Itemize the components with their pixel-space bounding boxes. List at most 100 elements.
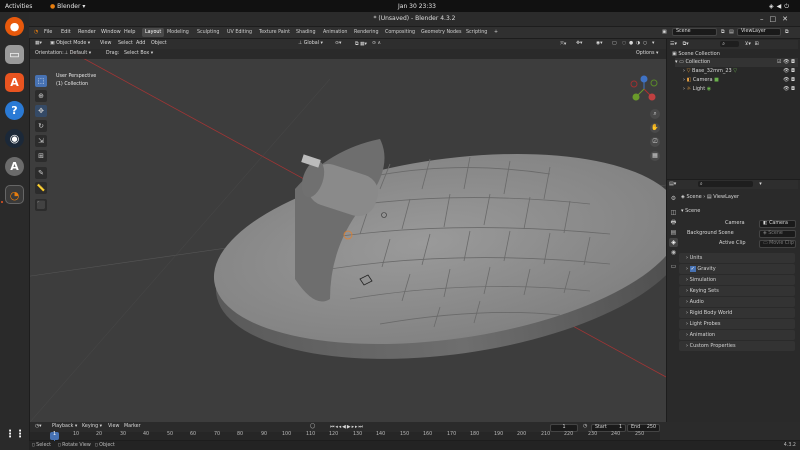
measure-tool-icon[interactable]: 📏 [35,182,47,194]
tab-layout[interactable]: Layout [142,28,165,37]
app-center-icon[interactable]: A [5,73,24,92]
gizmo-x-icon[interactable] [648,93,656,101]
timeline-view-menu[interactable]: View [108,424,119,429]
viewport-scene[interactable] [30,39,666,422]
keying-menu[interactable]: Keying ▾ [82,424,102,429]
select-tool-icon[interactable]: ⬚ [35,75,47,87]
outliner-display-icon[interactable]: ⧉▾ [683,41,689,47]
software-updater-icon[interactable]: A [5,157,24,176]
playback-controls[interactable]: ⏮◂◂◀▶▸▸⏭ [330,424,364,430]
collection-row[interactable]: ▾ ▭ Collection ☑ 👁 ◘ [675,58,798,67]
close-icon[interactable]: ✕ [782,15,794,23]
maximize-icon[interactable]: □ [770,15,783,23]
active-clip-field[interactable]: ▭ Movie Clip [759,240,796,248]
menu-object[interactable]: Object [151,41,167,46]
playback-menu[interactable]: Playback ▾ [52,424,77,429]
record-icon[interactable]: ◯ [310,424,315,429]
item-visibility-icons[interactable]: 👁 ◘ [783,76,795,85]
panel-rigid-body-world[interactable]: › Rigid Body World [679,308,795,318]
zoom-icon[interactable]: ⌕ [650,109,660,119]
outliner-search-icon[interactable]: ⌕ [720,41,740,47]
panel-units[interactable]: › Units [679,253,795,263]
blender-dock-icon[interactable]: ◔ [5,185,24,204]
steam-icon[interactable]: ◉ [5,129,24,148]
shading-material-icon[interactable]: ◑ [636,41,640,46]
panel-audio[interactable]: › Audio [679,297,795,307]
collection-visibility-icons[interactable]: ☑ 👁 ◘ [777,58,795,67]
expand-icon[interactable]: ▾ [675,59,678,65]
panel-gravity[interactable]: › ✓ Gravity [679,264,795,274]
mode-selector[interactable]: ▣ Object Mode ▾ [50,41,90,46]
outliner-filter-icon[interactable]: ⊻▾ [745,41,751,47]
panel-keying-sets[interactable]: › Keying Sets [679,286,795,296]
menu-edit[interactable]: Edit [61,29,71,35]
blender-menu-icon[interactable]: ◔ [34,29,38,35]
render-tab-icon[interactable]: ◫ [669,208,678,217]
help-icon[interactable]: ? [5,101,24,120]
background-scene-field[interactable]: ◈ Scene [759,230,796,238]
visibility-icon[interactable]: ⤧▾ [560,41,566,47]
shading-options-icon[interactable]: ▾ [652,41,654,46]
jump-end-icon[interactable]: ⏭ [358,425,363,430]
view-layer-selector[interactable]: ViewLayer [737,28,781,36]
world-tab-icon[interactable]: ◉ [669,248,678,257]
tool-tab-icon[interactable]: ⚙ [669,194,678,203]
add-workspace-button[interactable]: + [491,28,501,37]
snap-icon[interactable]: ⧉ ▦▾ [355,41,367,47]
marker-menu[interactable]: Marker [124,424,141,429]
gizmo-neg-y-icon[interactable] [650,79,658,87]
move-tool-icon[interactable]: ✥ [35,105,47,117]
panel-light-probes[interactable]: › Light Probes [679,319,795,329]
camera-view-icon[interactable]: ⎚ [650,137,660,147]
tab-compositing[interactable]: Compositing [382,28,418,37]
new-collection-icon[interactable]: ⊞ [754,41,758,47]
transform-orientation[interactable]: ⊥ Global ▾ [298,41,323,46]
properties-options-icon[interactable]: ▾ [759,181,762,187]
panel-simulation[interactable]: › Simulation [679,275,795,285]
proportional-edit-icon[interactable]: ⊙ ∧ [372,41,381,46]
gizmo-neg-x-icon[interactable] [630,80,638,88]
menu-help[interactable]: Help [124,29,135,35]
gizmo-toggle-icon[interactable]: ✥▾ [576,41,582,46]
show-apps-icon[interactable]: ⋮⋮ [5,425,25,444]
item-visibility-icons[interactable]: 👁 ◘ [783,67,795,76]
outliner-item-camera[interactable]: › ◧ Camera ■ 👁 ◘ [683,76,798,85]
menu-render[interactable]: Render [78,29,96,35]
scene-browse-icon[interactable]: ⧉ [721,29,725,35]
properties-editor-icon[interactable]: ▤▾ [669,181,676,187]
tab-modeling[interactable]: Modeling [164,28,192,37]
expand-icon[interactable]: › [683,77,685,83]
orientation-selector[interactable]: ⊥ Default ▾ [64,51,91,56]
shading-wireframe-icon[interactable]: ◌ [622,41,626,46]
tab-uv-editing[interactable]: UV Editing [224,28,255,37]
tab-animation[interactable]: Animation [320,28,350,37]
editor-type-icon[interactable]: ▦▾ [35,41,42,46]
activities-button[interactable]: Activities [5,3,32,10]
files-icon[interactable]: ▭ [5,45,24,64]
system-tray[interactable]: ◈◀⏻ [769,3,792,11]
current-frame-field[interactable]: 1 [550,424,578,432]
scene-selector[interactable]: Scene [672,28,717,36]
collection-tab-icon[interactable]: ▭ [669,262,678,271]
tab-shading[interactable]: Shading [293,28,319,37]
timeline-editor-icon[interactable]: ◷▾ [35,424,42,429]
menu-add[interactable]: Add [136,41,145,46]
options-button[interactable]: Options ▾ [636,51,658,56]
end-frame-field[interactable]: End 250 [627,424,660,432]
tab-geometry-nodes[interactable]: Geometry Nodes [418,28,464,37]
scale-tool-icon[interactable]: ⇲ [35,135,47,147]
ortho-toggle-icon[interactable]: ▦ [650,151,660,161]
annotate-tool-icon[interactable]: ✎ [35,167,47,179]
menu-file[interactable]: File [44,29,52,35]
start-frame-field[interactable]: Start 1 [591,424,626,432]
3d-viewport[interactable]: ▦▾ ▣ Object Mode ▾ View Select Add Objec… [30,39,666,422]
rotate-tool-icon[interactable]: ↻ [35,120,47,132]
cursor-tool-icon[interactable]: ⊕ [35,90,47,102]
clock[interactable]: Jan 30 23:33 [398,3,436,10]
transform-tool-icon[interactable]: ⊞ [35,150,47,162]
view-layer-tab-icon[interactable]: ▤ [669,228,678,237]
minimize-icon[interactable]: – [760,15,770,23]
menu-window[interactable]: Window [101,29,121,35]
outliner-editor-icon[interactable]: ☰▾ [670,41,677,47]
properties-search[interactable]: ⌕ [697,181,753,187]
